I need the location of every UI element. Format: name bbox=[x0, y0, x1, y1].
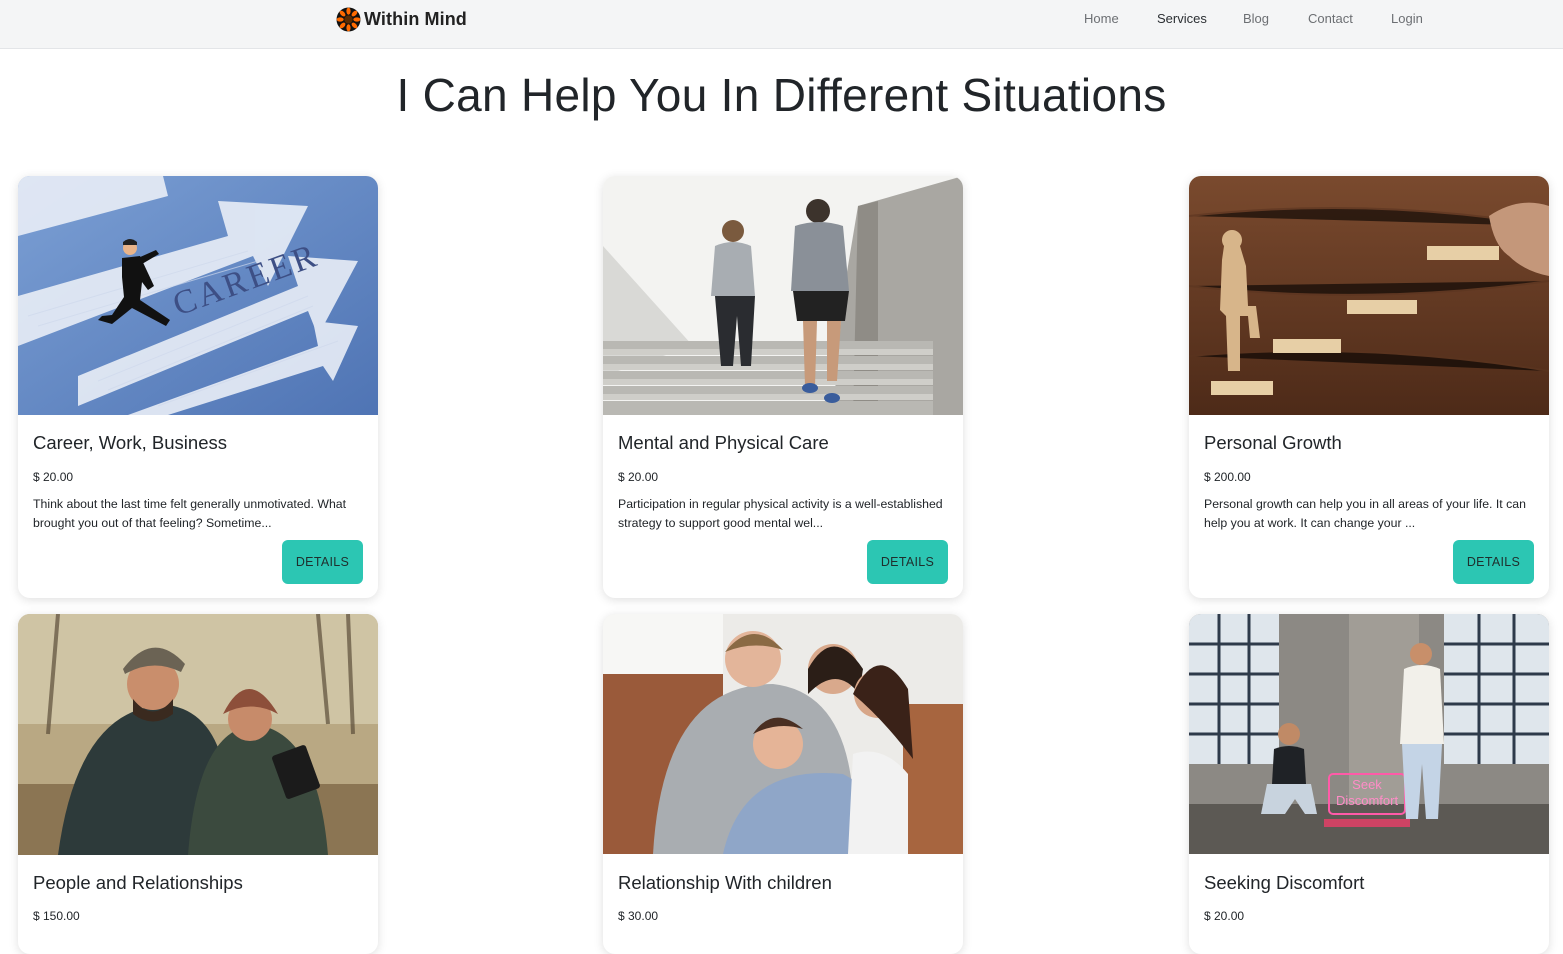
nav-contact-link[interactable]: Contact bbox=[1308, 11, 1353, 26]
card-image bbox=[603, 614, 963, 854]
card-title[interactable]: Career, Work, Business bbox=[33, 432, 227, 454]
card-description: Participation in regular physical activi… bbox=[618, 497, 943, 530]
card-image bbox=[603, 176, 963, 415]
nav-login-link[interactable]: Login bbox=[1391, 11, 1423, 26]
card-price: $ 150.00 bbox=[33, 909, 80, 923]
neon-sign-text-line-1: Seek bbox=[1352, 777, 1382, 792]
nav-blog-link[interactable]: Blog bbox=[1243, 11, 1269, 26]
page-title: I Can Help You In Different Situations bbox=[396, 69, 1167, 121]
card-title[interactable]: People and Relationships bbox=[33, 872, 243, 894]
card-description: Personal growth can help you in all area… bbox=[1204, 497, 1526, 530]
details-button[interactable]: DETAILS bbox=[867, 540, 948, 584]
neon-sign-text-line-2: Discomfort bbox=[1336, 793, 1399, 808]
service-card-seeking-discomfort: Seek Discomfort Seeking Discomfort $ 20.… bbox=[1189, 614, 1549, 954]
card-price: $ 20.00 bbox=[1204, 909, 1245, 923]
card-price: $ 200.00 bbox=[1204, 470, 1251, 484]
card-price: $ 20.00 bbox=[618, 470, 659, 484]
details-button[interactable]: DETAILS bbox=[1453, 540, 1534, 584]
service-card-personal-growth: Personal Growth $ 200.00 Personal growth… bbox=[1189, 176, 1549, 598]
card-price: $ 30.00 bbox=[618, 909, 659, 923]
card-title[interactable]: Mental and Physical Care bbox=[618, 432, 829, 454]
nav-home-link[interactable]: Home bbox=[1084, 11, 1119, 26]
card-price: $ 20.00 bbox=[33, 470, 74, 484]
card-image bbox=[1189, 176, 1549, 415]
card-title[interactable]: Relationship With children bbox=[618, 872, 832, 894]
card-description: Think about the last time felt generally… bbox=[33, 497, 347, 530]
nav-services-link[interactable]: Services bbox=[1157, 11, 1207, 26]
card-title[interactable]: Seeking Discomfort bbox=[1204, 872, 1364, 894]
service-card-relationship-children: Relationship With children $ 30.00 bbox=[603, 614, 963, 954]
card-image: CAREER bbox=[18, 176, 378, 415]
card-image bbox=[18, 614, 378, 855]
nav-links: Home Services Blog Contact Login bbox=[0, 11, 1563, 31]
top-navbar: Within Mind Home Services Blog Contact L… bbox=[0, 0, 1563, 49]
service-card-people-relationships: People and Relationships $ 150.00 bbox=[18, 614, 378, 954]
card-image: Seek Discomfort bbox=[1189, 614, 1549, 854]
card-title[interactable]: Personal Growth bbox=[1204, 432, 1342, 454]
details-button[interactable]: DETAILS bbox=[282, 540, 363, 584]
service-card-career: CAREER Career, Work, Business $ 20.00 Th… bbox=[18, 176, 378, 598]
service-card-mental-physical: Mental and Physical Care $ 20.00 Partici… bbox=[603, 176, 963, 598]
